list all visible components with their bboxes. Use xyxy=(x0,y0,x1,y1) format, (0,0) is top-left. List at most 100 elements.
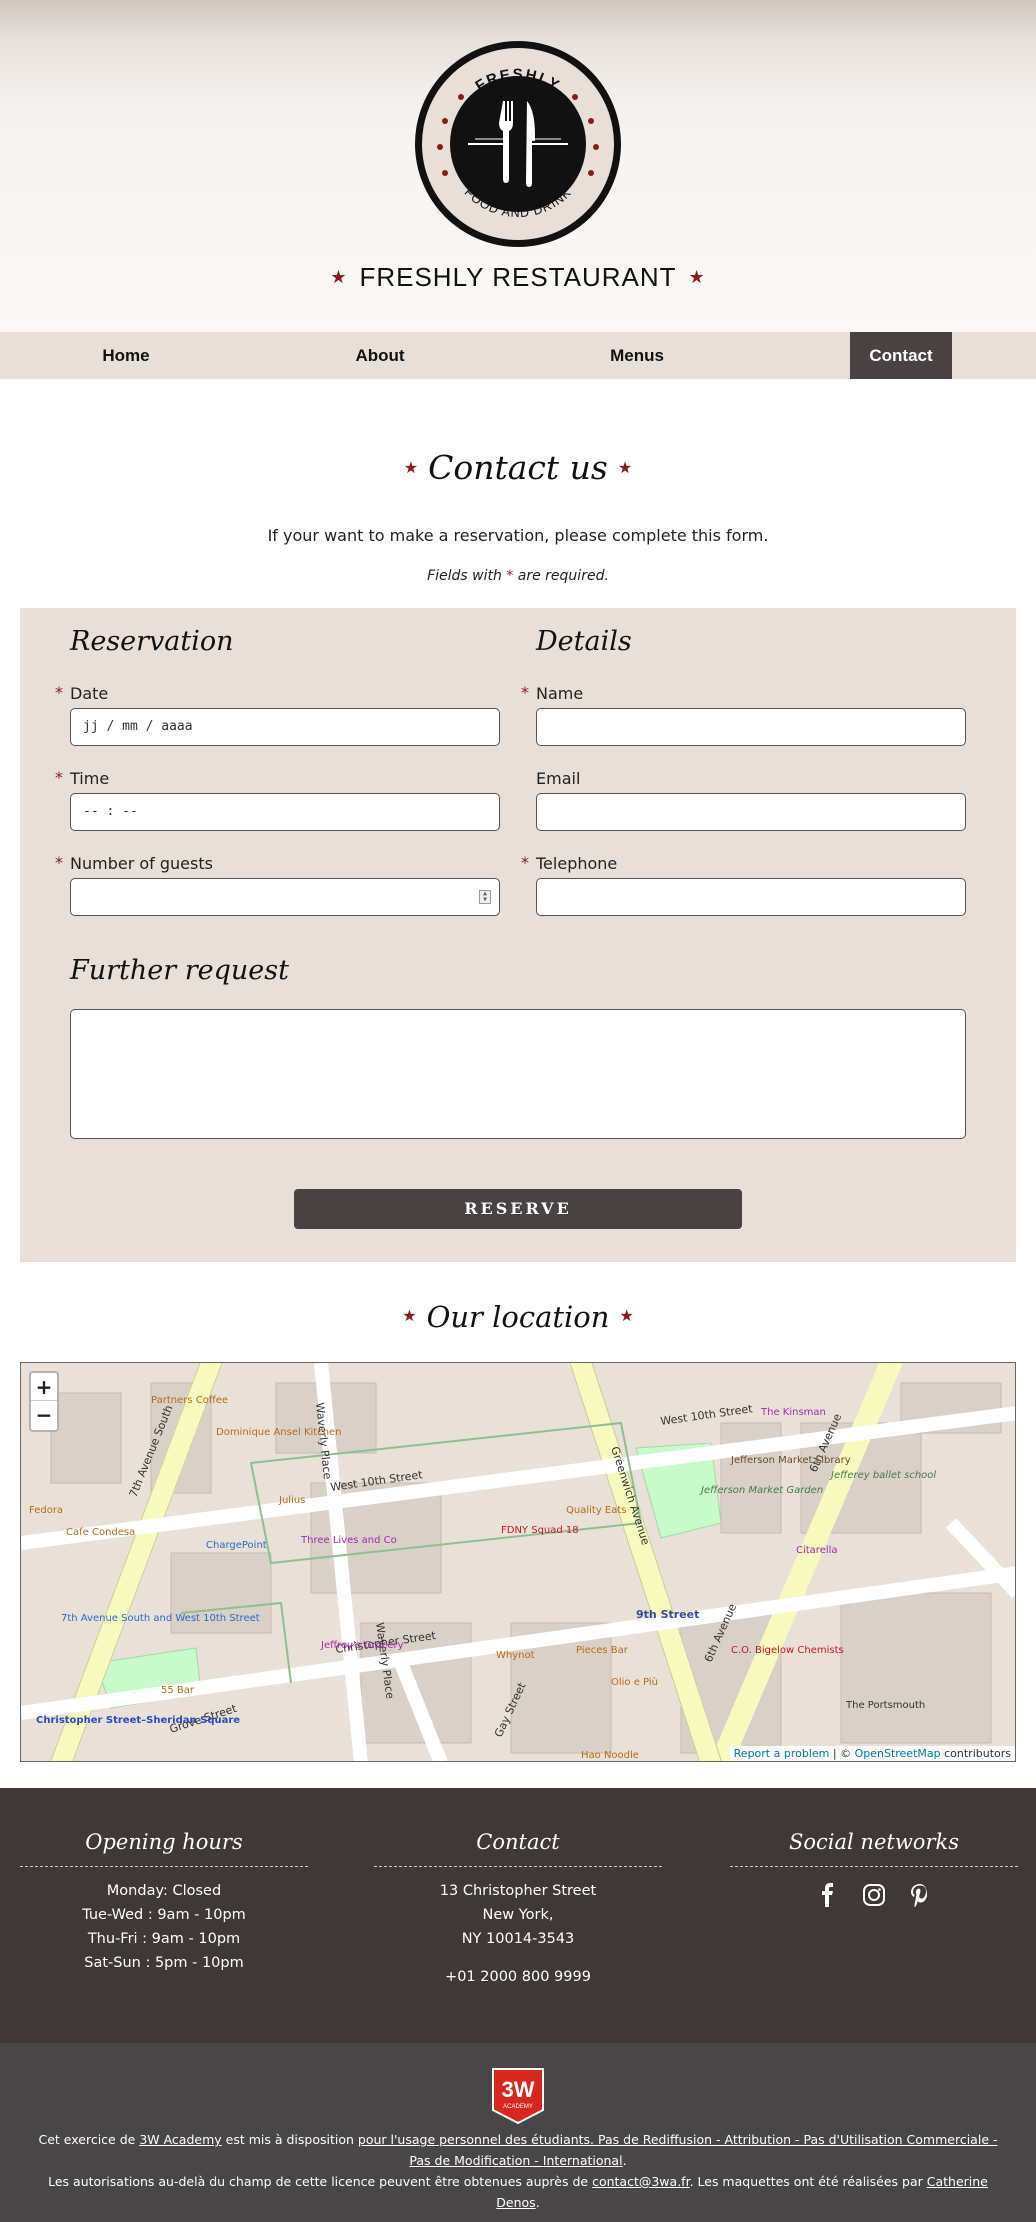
svg-text:The Portsmouth: The Portsmouth xyxy=(845,1700,925,1711)
footer-contact-title: Contact xyxy=(374,1830,662,1867)
further-request-heading: Further request xyxy=(70,955,289,986)
nav-item-about[interactable]: About xyxy=(320,332,440,379)
site-header: FRESHLY FOOD AND DRINK ★ FRESHLY RESTAURA… xyxy=(0,0,1036,332)
hours-line: Monday: Closed xyxy=(106,1883,222,1899)
license-link[interactable]: pour l'usage personnel des étudiants. Pa… xyxy=(358,2132,998,2168)
required-note: Fields with * are required. xyxy=(0,568,1036,584)
telephone-input[interactable] xyxy=(536,878,966,916)
required-mark: * xyxy=(55,768,63,787)
attribution-tail: contributors xyxy=(940,1747,1011,1760)
opening-hours-title: Opening hours xyxy=(20,1830,308,1867)
required-mark: * xyxy=(506,568,514,584)
brand-title: FRESHLY RESTAURANT xyxy=(359,262,677,292)
svg-text:Fedora: Fedora xyxy=(29,1505,63,1516)
name-label-text: Name xyxy=(536,684,584,703)
svg-text:ACADEMY: ACADEMY xyxy=(503,2104,533,2110)
svg-text:Quality Eats: Quality Eats xyxy=(566,1505,627,1516)
svg-text:Christopher Street–Sheridan Sq: Christopher Street–Sheridan Square xyxy=(36,1715,240,1726)
star-icon: ★ xyxy=(619,1306,634,1325)
reserve-button[interactable]: RESERVE xyxy=(294,1189,742,1229)
nav-item-menus[interactable]: Menus xyxy=(577,332,697,379)
date-label-text: Date xyxy=(70,684,109,703)
svg-text:Julius: Julius xyxy=(278,1495,305,1506)
license-text-part: . Les maquettes ont été réalisées par xyxy=(689,2174,927,2189)
nav-item-contact[interactable]: Contact xyxy=(850,332,952,379)
license-text-part: . xyxy=(535,2195,540,2210)
3w-academy-link[interactable]: 3W Academy xyxy=(139,2132,221,2147)
license-text: Cet exercice de 3W Academy est mis à dis… xyxy=(30,2129,1006,2213)
email-input[interactable] xyxy=(536,793,966,831)
credits-bar: 3W ACADEMY Cet exercice de 3W Academy es… xyxy=(0,2043,1036,2222)
contact-email-link[interactable]: contact@3wa.fr xyxy=(592,2174,689,2189)
osm-link[interactable]: OpenStreetMap xyxy=(855,1747,941,1760)
email-label: Email xyxy=(536,769,581,788)
license-text-part: . xyxy=(622,2153,627,2168)
further-request-textarea[interactable] xyxy=(70,1009,966,1139)
contact-title: ★ Contact us ★ xyxy=(0,448,1036,487)
required-mark: * xyxy=(521,853,529,872)
svg-text:C.O. Bigelow Chemists: C.O. Bigelow Chemists xyxy=(731,1645,844,1656)
svg-text:Three Lives and Co: Three Lives and Co xyxy=(300,1535,397,1546)
required-note-post: are required. xyxy=(517,568,609,584)
date-input[interactable]: jj / mm / aaaa xyxy=(70,708,500,746)
svg-text:Jefferey ballet school: Jefferey ballet school xyxy=(829,1470,936,1481)
name-label: * Name xyxy=(521,683,584,703)
map-zoom-control: + − xyxy=(29,1371,59,1432)
license-text-part: Cet exercice de xyxy=(38,2132,140,2147)
guests-input[interactable]: ▲ ▼ xyxy=(70,878,500,916)
required-mark: * xyxy=(55,683,63,702)
contact-intro: If your want to make a reservation, plea… xyxy=(267,526,769,545)
pinterest-icon[interactable] xyxy=(908,1883,932,1907)
number-spinner[interactable]: ▲ ▼ xyxy=(479,890,491,904)
site-footer: Opening hours Monday: Closed Tue-Wed : 9… xyxy=(0,1788,1036,2043)
license-text-part: Les autorisations au-delà du champ de ce… xyxy=(48,2174,593,2189)
date-label: * Date xyxy=(55,683,109,703)
svg-text:Pieces Bar: Pieces Bar xyxy=(576,1645,629,1656)
zoom-in-button[interactable]: + xyxy=(31,1373,57,1401)
restaurant-name: ★ FRESHLY RESTAURANT ★ xyxy=(0,262,1036,293)
footer-contact: Contact 13 Christopher Street New York, … xyxy=(374,1830,662,1989)
hours-line: Thu-Fri : 9am - 10pm xyxy=(87,1931,241,1947)
name-input[interactable] xyxy=(536,708,966,746)
social-networks-title: Social networks xyxy=(730,1830,1018,1867)
attribution-sep: | © xyxy=(829,1747,855,1760)
svg-text:Cafe Condesa: Cafe Condesa xyxy=(66,1527,135,1538)
3w-academy-badge[interactable]: 3W ACADEMY xyxy=(492,2068,544,2124)
restaurant-logo: FRESHLY FOOD AND DRINK xyxy=(415,41,621,247)
svg-text:3W: 3W xyxy=(502,2077,535,2102)
location-map[interactable]: West 10th Street West 10th Street Christ… xyxy=(20,1362,1016,1762)
svg-text:The Kinsman: The Kinsman xyxy=(760,1407,826,1418)
star-icon: ★ xyxy=(617,458,633,477)
required-note-pre: Fields with xyxy=(427,568,502,584)
time-label-text: Time xyxy=(70,769,110,788)
svg-text:9th Street: 9th Street xyxy=(636,1608,699,1621)
report-problem-link[interactable]: Report a problem xyxy=(734,1747,830,1760)
time-label: * Time xyxy=(55,768,110,788)
svg-text:FDNY Squad 18: FDNY Squad 18 xyxy=(501,1525,579,1536)
svg-text:Jefferson Market Garden: Jefferson Market Garden xyxy=(699,1485,823,1496)
location-title-text: Our location xyxy=(426,1300,610,1334)
time-input[interactable]: -- : -- xyxy=(70,793,500,831)
svg-text:Hao Noodle: Hao Noodle xyxy=(581,1750,639,1761)
facebook-icon[interactable] xyxy=(816,1883,840,1907)
address-line: New York, xyxy=(482,1907,554,1923)
reservation-heading: Reservation xyxy=(70,626,234,657)
svg-text:Dominique Ansel Kitchen: Dominique Ansel Kitchen xyxy=(216,1427,342,1438)
svg-text:Partners Coffee: Partners Coffee xyxy=(151,1395,228,1406)
required-mark: * xyxy=(55,853,63,872)
required-mark: * xyxy=(521,683,529,702)
svg-text:Olio e Più: Olio e Più xyxy=(611,1676,658,1688)
instagram-icon[interactable] xyxy=(862,1883,886,1907)
nav-item-home[interactable]: Home xyxy=(66,332,186,379)
star-icon: ★ xyxy=(330,267,348,287)
star-icon: ★ xyxy=(403,458,419,477)
map-tiles[interactable]: West 10th Street West 10th Street Christ… xyxy=(21,1363,1016,1762)
zoom-out-button[interactable]: − xyxy=(31,1401,57,1429)
map-attribution: Report a problem | © OpenStreetMap contr… xyxy=(729,1746,1015,1761)
star-icon: ★ xyxy=(688,267,706,287)
svg-text:Jeffrey's Grocery: Jeffrey's Grocery xyxy=(320,1640,404,1651)
hours-line: Sat-Sun : 5pm - 10pm xyxy=(84,1955,244,1971)
social-networks: Social networks xyxy=(730,1830,1018,1907)
guests-label-text: Number of guests xyxy=(70,854,213,873)
main-nav: Home About Menus Contact xyxy=(0,332,1036,379)
